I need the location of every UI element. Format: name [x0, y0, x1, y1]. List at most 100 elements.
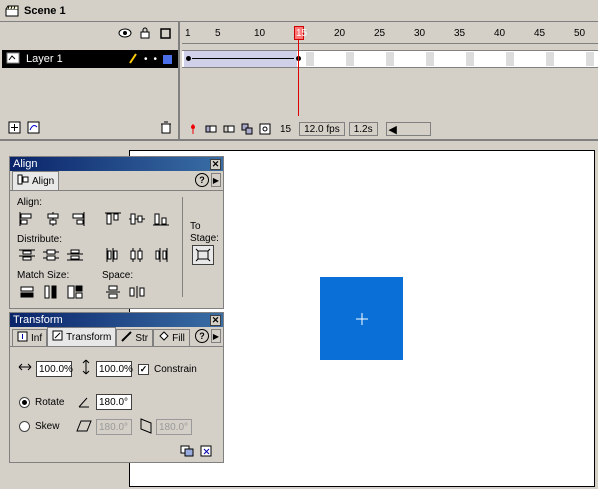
reset-transform-icon[interactable] — [198, 443, 216, 459]
scroll-left-icon[interactable]: ◀ — [387, 123, 399, 136]
transform-panel-title-text: Transform — [13, 314, 63, 326]
panel-menu-icon[interactable]: ▶ — [211, 329, 221, 343]
skew-horizontal-icon — [76, 420, 92, 435]
empty-frame[interactable] — [306, 52, 314, 66]
tab-fill-label: Fill — [172, 332, 185, 344]
ruler-mark: 15 — [296, 28, 308, 39]
empty-frame[interactable] — [546, 52, 554, 66]
visible-dot-icon[interactable]: • — [144, 54, 148, 65]
distribute-left-icon[interactable] — [102, 245, 124, 265]
transform-tab-icon — [52, 330, 63, 344]
constrain-checkbox[interactable]: ✓ — [138, 364, 149, 375]
help-icon[interactable]: ? — [195, 329, 209, 343]
center-frame-icon[interactable] — [186, 122, 200, 136]
transform-panel-title[interactable]: Transform ✕ — [10, 313, 223, 327]
align-left-edge-icon[interactable] — [16, 209, 38, 229]
panel-menu-icon[interactable]: ▶ — [211, 173, 221, 187]
outline-icon[interactable] — [158, 26, 172, 40]
distribute-vertical-center-icon[interactable] — [40, 245, 62, 265]
tab-stroke-label: Str — [135, 332, 149, 344]
help-icon[interactable]: ? — [195, 173, 209, 187]
layer-row[interactable]: Layer 1 • • — [2, 50, 178, 68]
to-stage-toggle-icon[interactable] — [192, 245, 214, 265]
width-scale-icon — [18, 363, 32, 374]
keyframe-start[interactable] — [186, 56, 191, 61]
empty-frame[interactable] — [506, 52, 514, 66]
frame-rate-field: 12.0 fps — [299, 122, 345, 136]
tab-stroke[interactable]: Str — [116, 329, 154, 346]
onion-outlines-icon[interactable] — [222, 122, 236, 136]
transform-panel: Transform ✕ Inf Transform Str Fill ? ▶ 1… — [9, 312, 224, 463]
rotate-label: Rotate — [35, 397, 65, 408]
timeline-scrollbar[interactable]: ◀ — [385, 122, 431, 136]
skew-vertical-field[interactable]: 180.0° — [156, 419, 192, 435]
tween-arrow — [192, 58, 294, 59]
trash-icon[interactable] — [160, 121, 172, 137]
lock-dot-icon[interactable]: • — [153, 54, 157, 65]
space-horizontal-icon[interactable] — [126, 282, 148, 302]
edit-multiple-frames-icon[interactable] — [240, 122, 254, 136]
eye-icon[interactable] — [118, 26, 132, 40]
tab-transform[interactable]: Transform — [47, 327, 117, 346]
align-top-edge-icon[interactable] — [102, 209, 124, 229]
rotate-radio[interactable] — [19, 397, 30, 408]
skew-radio[interactable] — [19, 421, 30, 432]
align-bottom-edge-icon[interactable] — [150, 209, 172, 229]
rotate-field[interactable]: 180.0° — [96, 394, 132, 410]
layer-color-swatch[interactable] — [163, 54, 172, 64]
layer-header — [0, 22, 178, 44]
distribute-top-icon[interactable] — [16, 245, 38, 265]
distribute-label: Distribute: — [17, 234, 63, 245]
height-scale-field[interactable]: 100.0% — [96, 361, 133, 377]
distribute-right-icon[interactable] — [150, 245, 172, 265]
add-layer-icon[interactable] — [8, 121, 21, 137]
transform-tabstrip: Inf Transform Str Fill ? ▶ — [10, 327, 223, 347]
empty-frame[interactable] — [586, 52, 594, 66]
align-panel: Align ✕ Align ? ▶ Align: Distribute: Mat… — [9, 156, 224, 309]
layer-panel: Layer 1 • • — [0, 22, 180, 141]
layer-icon — [6, 52, 20, 67]
match-width-icon[interactable] — [16, 282, 38, 302]
tab-info-label: Inf — [31, 332, 43, 344]
align-panel-tools: ? ▶ — [195, 173, 221, 187]
empty-frame[interactable] — [426, 52, 434, 66]
empty-frame[interactable] — [386, 52, 394, 66]
modify-onion-markers-icon[interactable] — [258, 122, 272, 136]
match-height-icon[interactable] — [40, 282, 62, 302]
close-icon[interactable]: ✕ — [210, 314, 221, 326]
empty-frame[interactable] — [466, 52, 474, 66]
distribute-horizontal-center-icon[interactable] — [126, 245, 148, 265]
align-tab-icon — [17, 174, 29, 188]
add-guide-layer-icon[interactable] — [27, 121, 40, 137]
align-right-edge-icon[interactable] — [66, 209, 88, 229]
rotate-angle-icon — [78, 396, 90, 411]
tab-align[interactable]: Align — [12, 171, 60, 190]
distribute-bottom-icon[interactable] — [64, 245, 86, 265]
ruler-mark: 45 — [534, 28, 546, 39]
width-scale-field[interactable]: 100.0% — [36, 361, 73, 377]
empty-frame[interactable] — [346, 52, 354, 66]
height-scale-icon — [82, 359, 90, 378]
stroke-tab-icon — [121, 331, 133, 345]
close-icon[interactable]: ✕ — [210, 158, 221, 170]
align-vertical-center-icon[interactable] — [126, 209, 148, 229]
frame-row[interactable] — [182, 50, 598, 68]
onion-skin-icon[interactable] — [204, 122, 218, 136]
constrain-label: Constrain — [154, 364, 197, 375]
tab-info[interactable]: Inf — [12, 329, 48, 346]
tab-transform-label: Transform — [66, 331, 112, 343]
ruler-mark: 30 — [414, 28, 426, 39]
lock-icon[interactable] — [138, 26, 152, 40]
scene-label[interactable]: Scene 1 — [24, 5, 66, 17]
elapsed-time-field: 1.2s — [348, 122, 378, 136]
skew-horizontal-field[interactable]: 180.0° — [96, 419, 132, 435]
space-vertical-icon[interactable] — [102, 282, 124, 302]
layer-name[interactable]: Layer 1 — [26, 53, 122, 65]
motion-tween[interactable] — [184, 51, 297, 67]
align-panel-title[interactable]: Align ✕ — [10, 157, 223, 171]
tab-fill[interactable]: Fill — [153, 329, 190, 346]
match-width-height-icon[interactable] — [64, 282, 86, 302]
align-horizontal-center-icon[interactable] — [42, 209, 64, 229]
frame-ruler[interactable]: 1 5 10 15 20 25 30 35 40 45 50 — [182, 26, 598, 44]
copy-and-transform-icon[interactable] — [178, 443, 196, 459]
